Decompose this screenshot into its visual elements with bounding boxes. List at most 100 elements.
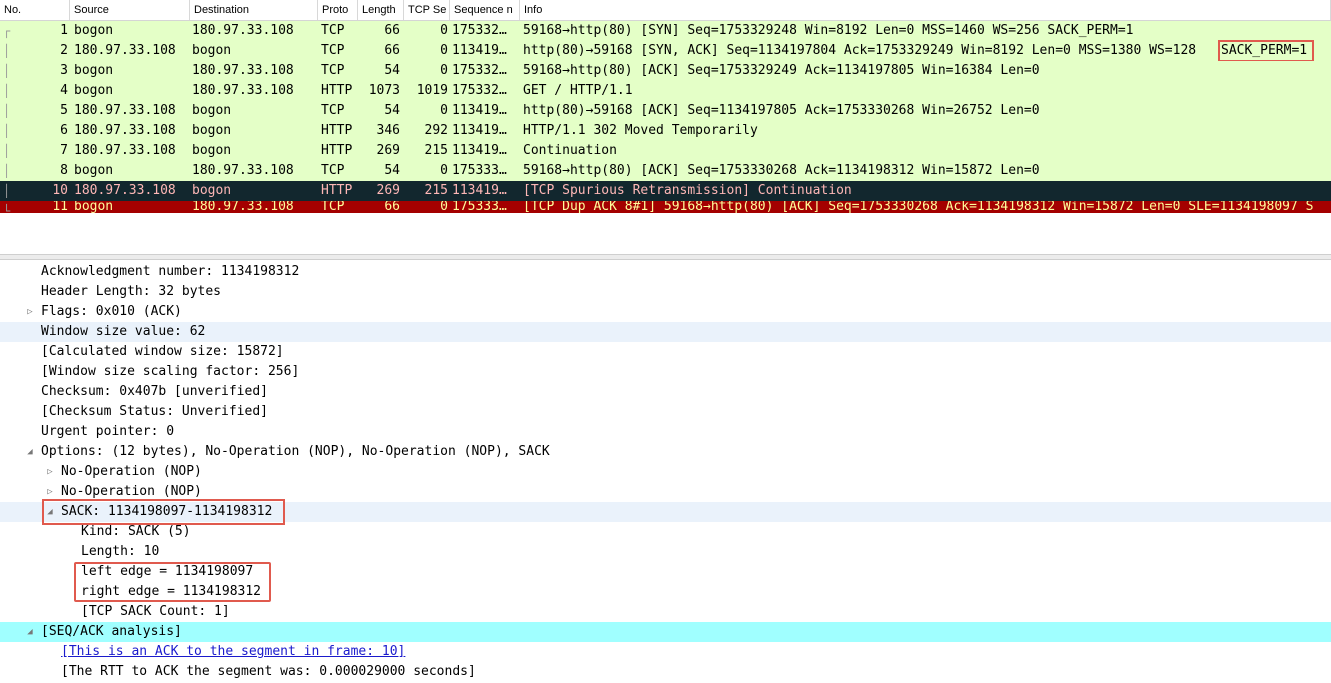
packet-row[interactable]: ┌ 1 bogon 180.97.33.108 TCP 66 0 175332… 59168→h… xyxy=(0,21,1331,41)
packet-row[interactable]: └ 11 bogon 180.97.33.108 TCP 66 0 175333… [TCP D… xyxy=(0,201,1331,213)
detail-row[interactable]: ▷ No-Operation (NOP) xyxy=(0,462,1331,482)
packet-cell-info: 59168→http(80) [ACK] Seq=1753329249 Ack=… xyxy=(523,63,1040,78)
packet-row[interactable]: │ 6 180.97.33.108 bogon HTTP 346 292 113419… HTT… xyxy=(0,121,1331,141)
packet-cell-proto: TCP xyxy=(321,63,345,78)
packet-cell-len: 346 xyxy=(376,123,400,138)
detail-text: [Window size scaling factor: 256] xyxy=(41,364,300,379)
packet-cell-no: 8 xyxy=(60,163,68,178)
detail-text: [Checksum Status: Unverified] xyxy=(41,404,268,419)
packet-cell-seq: 175333… xyxy=(452,201,507,213)
packet-cell-dst: 180.97.33.108 xyxy=(192,83,294,98)
detail-row[interactable]: [Window size scaling factor: 256] xyxy=(0,362,1331,382)
packet-cell-seq: 175332… xyxy=(452,83,507,98)
detail-text: Window size value: 62 xyxy=(41,324,206,339)
packet-cell-proto: TCP xyxy=(321,163,345,178)
detail-row[interactable]: ▷ Flags: 0x010 (ACK) xyxy=(0,302,1331,322)
packet-cell-src: 180.97.33.108 xyxy=(74,103,176,118)
packet-cell-dst: 180.97.33.108 xyxy=(192,23,294,38)
packet-cell-tcpseg: 0 xyxy=(440,23,448,38)
detail-text: No-Operation (NOP) xyxy=(61,464,202,479)
packet-cell-src: bogon xyxy=(74,83,114,98)
detail-row[interactable]: SACK: 1134198097-1134198312 ◢ xyxy=(0,499,1331,525)
packet-cell-len: 66 xyxy=(384,43,400,58)
conversation-line-icon: │ xyxy=(3,104,11,118)
packet-cell-info: GET / HTTP/1.1 xyxy=(523,83,633,98)
detail-row[interactable]: Window size value: 62 xyxy=(0,322,1331,342)
detail-text: [The RTT to ACK the segment was: 0.00002… xyxy=(61,664,476,679)
column-header-2[interactable]: Destination xyxy=(190,0,318,20)
packet-cell-src: 180.97.33.108 xyxy=(74,123,176,138)
detail-text[interactable]: [This is an ACK to the segment in frame:… xyxy=(61,642,405,662)
packet-row[interactable]: │ 2 180.97.33.108 bogon TCP 66 0 113419… http(80… xyxy=(0,40,1331,62)
packet-cell-len: 66 xyxy=(384,23,400,38)
column-header-6[interactable]: Sequence n xyxy=(450,0,520,20)
detail-text: [TCP SACK Count: 1] xyxy=(81,604,230,619)
detail-row[interactable]: Checksum: 0x407b [unverified] xyxy=(0,382,1331,402)
packet-cell-src: 180.97.33.108 xyxy=(74,143,176,158)
column-header-5[interactable]: TCP Se xyxy=(404,0,450,20)
conversation-line-icon: │ xyxy=(3,44,11,58)
packet-row[interactable]: │ 3 bogon 180.97.33.108 TCP 54 0 175332… 59168→h… xyxy=(0,61,1331,81)
expanded-triangle-icon[interactable]: ◢ xyxy=(25,622,35,642)
packet-cell-info: [TCP Spurious Retransmission] Continuati… xyxy=(523,183,852,198)
packet-cell-tcpseg: 215 xyxy=(424,183,448,198)
collapsed-triangle-icon[interactable]: ▷ xyxy=(45,462,55,482)
detail-row[interactable]: [The RTT to ACK the segment was: 0.00002… xyxy=(0,662,1331,682)
detail-row[interactable]: Length: 10 xyxy=(0,542,1331,562)
detail-row[interactable]: [TCP SACK Count: 1] xyxy=(0,602,1331,622)
packet-cell-src: bogon xyxy=(74,63,114,78)
column-header-3[interactable]: Proto xyxy=(318,0,358,20)
detail-row[interactable]: ▷ No-Operation (NOP) xyxy=(0,482,1331,502)
packet-cell-seq: 175332… xyxy=(452,23,507,38)
packet-cell-proto: TCP xyxy=(321,201,345,213)
collapsed-triangle-icon[interactable]: ▷ xyxy=(45,482,55,502)
packet-row[interactable]: │ 4 bogon 180.97.33.108 HTTP 1073 1019 175332… G… xyxy=(0,81,1331,101)
packet-row[interactable]: │ 7 180.97.33.108 bogon HTTP 269 215 113419… Con… xyxy=(0,141,1331,161)
column-header-4[interactable]: Length xyxy=(358,0,404,20)
packet-cell-proto: HTTP xyxy=(321,183,353,198)
detail-row[interactable]: Header Length: 32 bytes xyxy=(0,282,1331,302)
detail-row[interactable]: ◢ [SEQ/ACK analysis] xyxy=(0,622,1331,642)
collapsed-triangle-icon[interactable]: ▷ xyxy=(25,302,35,322)
packet-cell-dst: bogon xyxy=(192,43,232,58)
column-header-7[interactable]: Info xyxy=(520,0,1331,20)
detail-text: [SEQ/ACK analysis] xyxy=(41,624,182,639)
expanded-triangle-icon[interactable]: ◢ xyxy=(45,502,55,522)
packet-cell-seq: 113419… xyxy=(452,123,507,138)
detail-text: Kind: SACK (5) xyxy=(81,524,191,539)
packet-cell-info: http(80)→59168 [SYN, ACK] Seq=1134197804… xyxy=(523,43,1197,58)
packet-row[interactable]: │ 8 bogon 180.97.33.108 TCP 54 0 175333… 59168→h… xyxy=(0,161,1331,181)
packet-cell-seq: 113419… xyxy=(452,103,507,118)
packet-cell-tcpseg: 0 xyxy=(440,201,448,213)
packet-cell-src: bogon xyxy=(74,163,114,178)
packet-cell-len: 54 xyxy=(384,163,400,178)
packet-cell-info: [TCP Dup ACK 8#1] 59168→http(80) [ACK] S… xyxy=(523,201,1314,213)
packet-cell-tcpseg: 0 xyxy=(440,163,448,178)
packet-cell-info: http(80)→59168 [ACK] Seq=1134197805 Ack=… xyxy=(523,103,1040,118)
packet-cell-tcpseg: 0 xyxy=(440,63,448,78)
detail-row[interactable]: Urgent pointer: 0 xyxy=(0,422,1331,442)
detail-row[interactable]: Kind: SACK (5) xyxy=(0,522,1331,542)
pane-splitter[interactable] xyxy=(0,254,1331,260)
column-header-1[interactable]: Source xyxy=(70,0,190,20)
conversation-line-icon: ┌ xyxy=(3,24,11,38)
packet-cell-info: HTTP/1.1 302 Moved Temporarily xyxy=(523,123,758,138)
conversation-line-icon: │ xyxy=(3,64,11,78)
packet-cell-dst: bogon xyxy=(192,143,232,158)
detail-row[interactable]: [Calculated window size: 15872] xyxy=(0,342,1331,362)
expanded-triangle-icon[interactable]: ◢ xyxy=(25,442,35,462)
conversation-line-icon: │ xyxy=(3,144,11,158)
detail-row[interactable]: [This is an ACK to the segment in frame:… xyxy=(0,642,1331,662)
detail-text: Flags: 0x010 (ACK) xyxy=(41,304,182,319)
packet-cell-len: 269 xyxy=(376,143,400,158)
packet-row[interactable]: │ 10 180.97.33.108 bogon HTTP 269 215 113419… [T… xyxy=(0,181,1331,201)
packet-cell-no: 5 xyxy=(60,103,68,118)
detail-row[interactable]: [Checksum Status: Unverified] xyxy=(0,402,1331,422)
packet-cell-no: 7 xyxy=(60,143,68,158)
column-header-0[interactable]: No. xyxy=(0,0,70,20)
packet-cell-no: 10 xyxy=(52,183,68,198)
packet-row[interactable]: │ 5 180.97.33.108 bogon TCP 54 0 113419… http(80… xyxy=(0,101,1331,121)
packet-cell-tcpseg: 292 xyxy=(424,123,448,138)
detail-row[interactable]: ◢ Options: (12 bytes), No-Operation (NOP)… xyxy=(0,442,1331,462)
detail-row[interactable]: Acknowledgment number: 1134198312 xyxy=(0,262,1331,282)
